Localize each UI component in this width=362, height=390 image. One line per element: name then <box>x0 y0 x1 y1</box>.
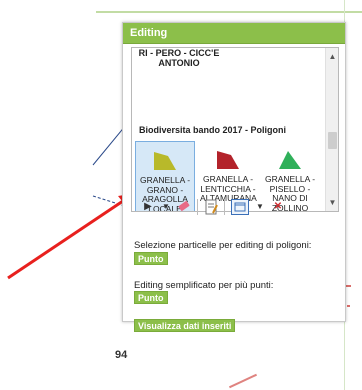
polygon-symbol-icon <box>217 151 239 169</box>
multi-point-button[interactable]: Punto <box>134 291 168 304</box>
polygon-editing-label: Selezione particelle per editing di poli… <box>134 240 312 251</box>
scroll-thumb[interactable] <box>328 132 337 149</box>
select-arrow-icon[interactable]: ▶ <box>141 199 155 215</box>
multi-point-label: Editing semplificato per più punti: <box>134 280 274 291</box>
list-item[interactable]: RI - PERO - CICC'E ANTONIO <box>134 48 224 68</box>
template-group-title: Biodiversita bando 2017 - Poligoni <box>139 125 287 135</box>
map-mark <box>228 373 258 389</box>
template-list[interactable]: RI - PERO - CICC'E ANTONIO Biodiversita … <box>131 47 339 212</box>
map-mark <box>347 305 350 307</box>
scroll-up-icon[interactable]: ▲ <box>326 50 338 63</box>
annotation-arrow-shaft <box>7 197 127 280</box>
polygon-symbol-icon <box>279 151 301 169</box>
polygon-symbol-icon <box>154 152 176 170</box>
list-scrollbar[interactable]: ▲ ▼ <box>325 48 338 211</box>
editing-panel: Editing RI - PERO - CICC'E ANTONIO Biodi… <box>122 22 346 322</box>
attributes-edit-icon[interactable] <box>204 199 218 215</box>
map-label-number: 94 <box>115 349 128 361</box>
delete-icon[interactable]: ✕ <box>271 199 285 215</box>
dropdown-chevron-icon[interactable]: ▼ <box>159 199 173 215</box>
map-line-top <box>96 11 362 13</box>
editing-toolbar: ▶ ▼ ▼ ✕ <box>131 195 339 219</box>
toolbar-divider <box>197 199 198 215</box>
dropdown-chevron-icon[interactable]: ▼ <box>253 199 267 215</box>
view-data-button[interactable]: Visualizza dati inseriti <box>134 319 236 332</box>
panel-title: Editing <box>123 23 345 44</box>
toolbar-divider <box>224 199 225 215</box>
eraser-icon[interactable] <box>177 199 191 215</box>
window-select-icon[interactable] <box>231 199 249 215</box>
polygon-point-button[interactable]: Punto <box>134 252 168 265</box>
